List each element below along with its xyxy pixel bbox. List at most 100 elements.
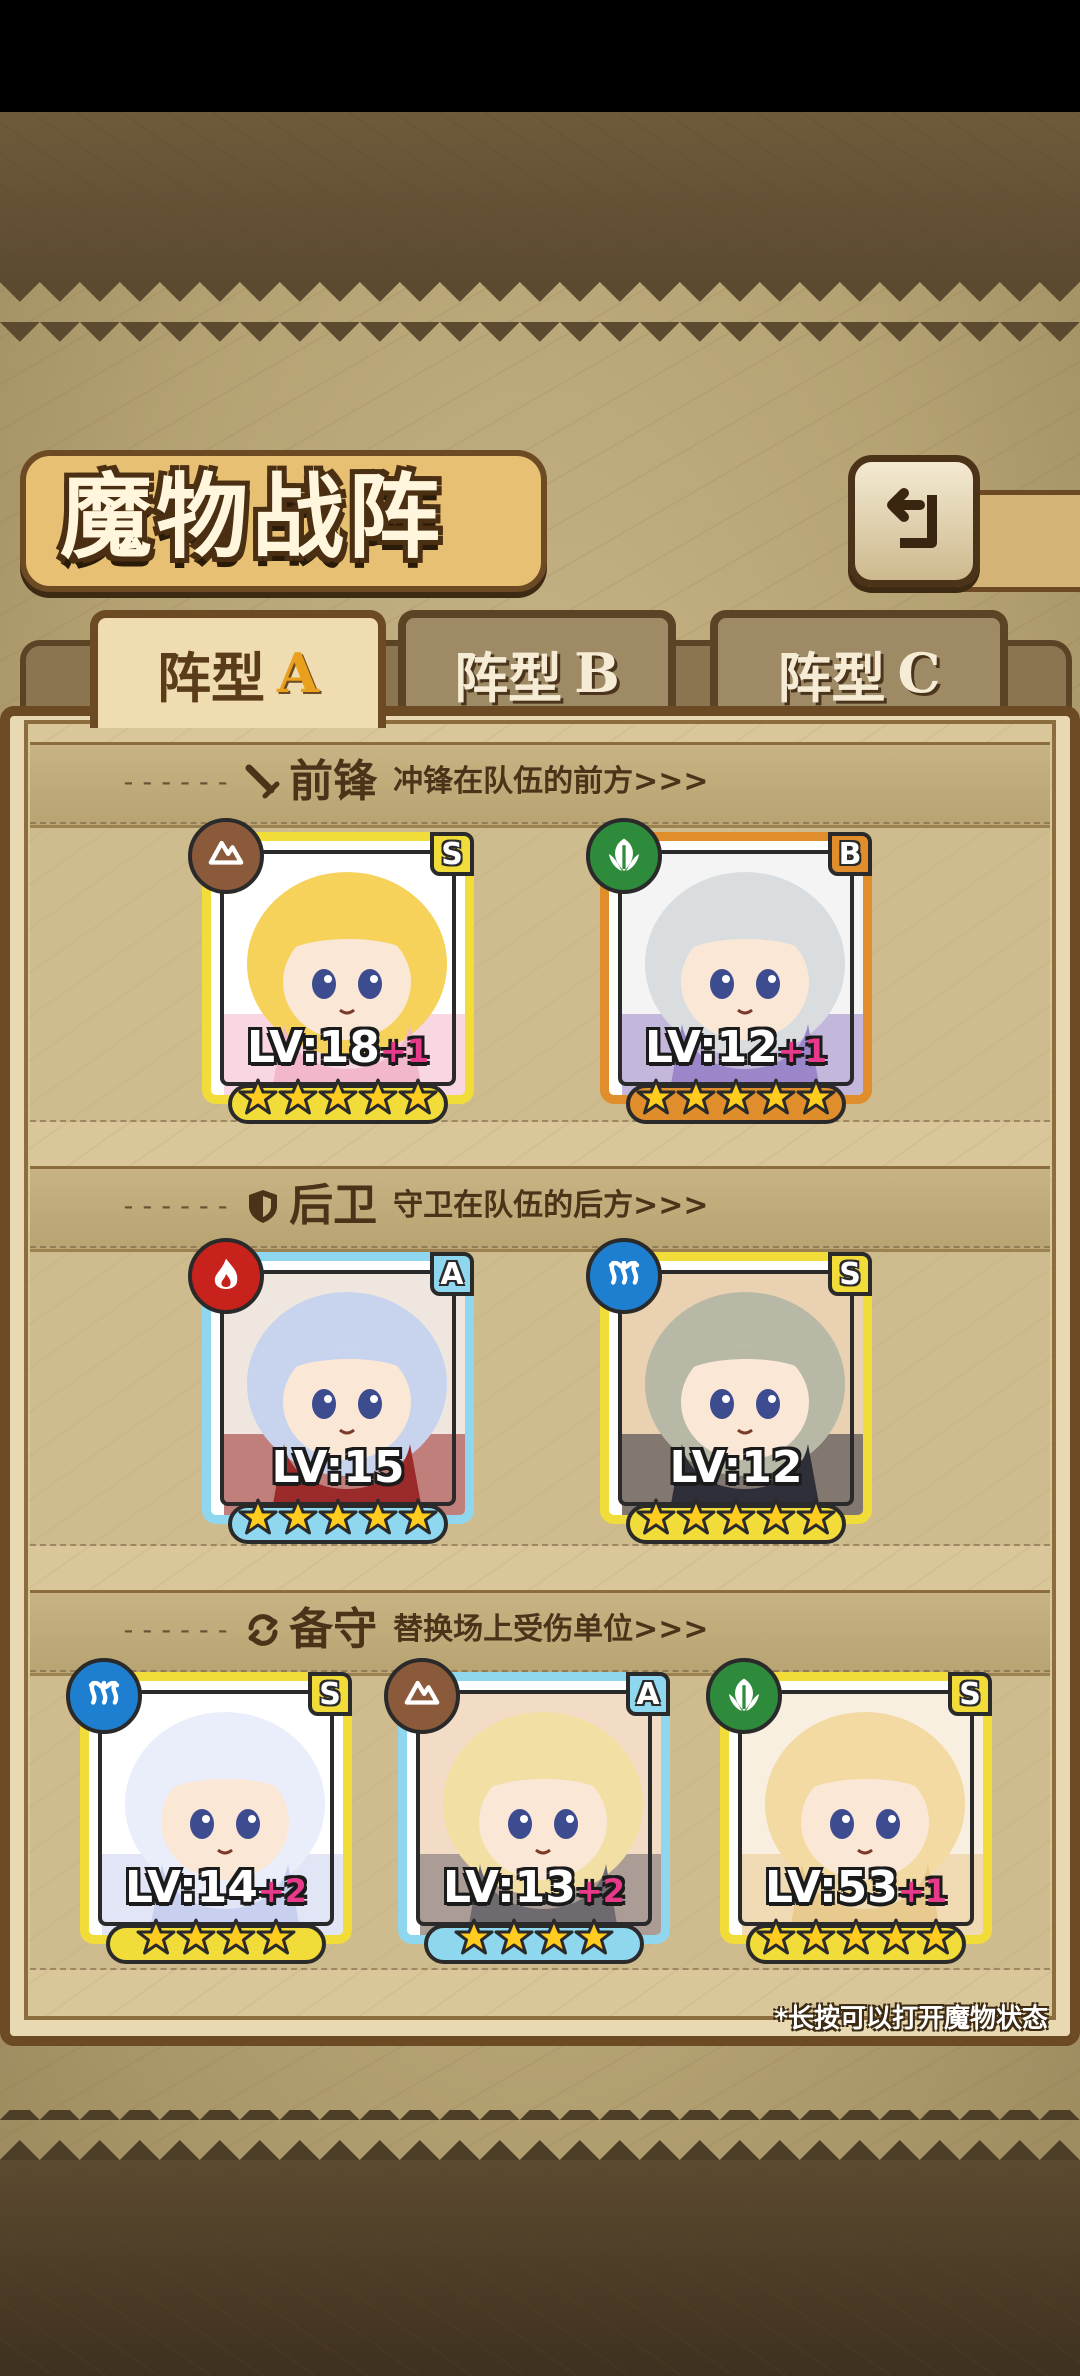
unit-level: LV:18+1 bbox=[247, 1022, 429, 1073]
torn-edge-bottom bbox=[0, 2110, 1080, 2160]
star-icon bbox=[716, 1498, 756, 1535]
section-front-title: ------ 前锋 冲锋在队伍的前方>>> bbox=[120, 742, 709, 822]
rarity-badge: A bbox=[626, 1672, 670, 1716]
unit-card-back-1[interactable]: A LV:15 bbox=[188, 1238, 474, 1544]
star-icon bbox=[756, 1918, 796, 1955]
star-rating bbox=[626, 1498, 846, 1544]
star-icon bbox=[176, 1918, 216, 1955]
element-nature-icon bbox=[586, 818, 662, 894]
map-background-top bbox=[0, 112, 1080, 282]
torn-edge-top bbox=[0, 282, 1080, 342]
star-icon bbox=[836, 1918, 876, 1955]
tab-letter: C bbox=[897, 641, 941, 705]
rarity-badge: S bbox=[828, 1252, 872, 1296]
star-icon bbox=[494, 1918, 534, 1955]
star-icon bbox=[278, 1078, 318, 1115]
star-rating bbox=[746, 1918, 966, 1964]
element-nature-icon bbox=[706, 1658, 782, 1734]
status-bar bbox=[0, 0, 1080, 112]
star-icon bbox=[574, 1918, 614, 1955]
star-rating bbox=[424, 1918, 644, 1964]
unit-level: LV:15 bbox=[271, 1442, 405, 1493]
star-icon bbox=[636, 1078, 676, 1115]
star-icon bbox=[358, 1078, 398, 1115]
rarity-badge: B bbox=[828, 832, 872, 876]
section-back-title: ------ 后卫 守卫在队伍的后方>>> bbox=[120, 1166, 709, 1246]
map-background-bottom bbox=[0, 2160, 1080, 2376]
tab-label: 阵型 bbox=[454, 645, 563, 710]
unit-level: LV:14+2 bbox=[125, 1862, 307, 1913]
tab-letter: A bbox=[277, 641, 319, 705]
unit-level: LV:12 bbox=[669, 1442, 803, 1493]
star-icon bbox=[398, 1498, 438, 1535]
star-icon bbox=[716, 1078, 756, 1115]
unit-card-reserve-3[interactable]: S LV:53+1 bbox=[706, 1658, 992, 1964]
rarity-badge: A bbox=[430, 1252, 474, 1296]
tab-label: 阵型 bbox=[777, 645, 886, 710]
star-icon bbox=[796, 1918, 836, 1955]
section-name: 后卫 bbox=[289, 1180, 378, 1231]
star-icon bbox=[238, 1498, 278, 1535]
star-icon bbox=[756, 1078, 796, 1115]
rarity-badge: S bbox=[948, 1672, 992, 1716]
star-icon bbox=[398, 1078, 438, 1115]
front-row bbox=[30, 822, 1050, 1122]
tab-label: 阵型 bbox=[157, 645, 266, 710]
star-icon bbox=[676, 1078, 716, 1115]
unit-card-front-1[interactable]: S LV:18+1 bbox=[188, 818, 474, 1124]
section-name: 前锋 bbox=[289, 756, 378, 807]
hint-text: *长按可以打开魔物状态 bbox=[774, 2004, 1048, 2034]
unit-card-front-2[interactable]: B LV:12+1 bbox=[586, 818, 872, 1124]
star-rating bbox=[106, 1918, 326, 1964]
element-water-icon bbox=[66, 1658, 142, 1734]
star-icon bbox=[876, 1918, 916, 1955]
star-rating bbox=[626, 1078, 846, 1124]
element-earth-icon bbox=[188, 818, 264, 894]
unit-level: LV:12+1 bbox=[645, 1022, 827, 1073]
return-arrow-icon bbox=[887, 488, 937, 548]
star-icon bbox=[256, 1918, 296, 1955]
unit-level-bonus: +1 bbox=[777, 1032, 827, 1070]
shield-icon bbox=[249, 1190, 278, 1223]
unit-level: LV:53+1 bbox=[765, 1862, 947, 1913]
element-fire-icon bbox=[188, 1238, 264, 1314]
star-icon bbox=[278, 1498, 318, 1535]
back-row bbox=[30, 1246, 1050, 1546]
star-icon bbox=[454, 1918, 494, 1955]
page-title: 魔物战阵 bbox=[60, 463, 445, 571]
rarity-badge: S bbox=[308, 1672, 352, 1716]
swap-icon bbox=[248, 1614, 278, 1646]
back-button[interactable] bbox=[848, 455, 980, 587]
tab-formation-a[interactable]: 阵型 A bbox=[90, 610, 386, 728]
star-icon bbox=[216, 1918, 256, 1955]
star-icon bbox=[318, 1078, 358, 1115]
unit-level-bonus: +2 bbox=[575, 1872, 625, 1910]
star-icon bbox=[358, 1498, 398, 1535]
section-desc: 冲锋在队伍的前方>>> bbox=[393, 764, 709, 799]
star-rating bbox=[228, 1078, 448, 1124]
unit-card-back-2[interactable]: S LV:12 bbox=[586, 1238, 872, 1544]
star-icon bbox=[756, 1498, 796, 1535]
section-desc: 守卫在队伍的后方>>> bbox=[393, 1188, 709, 1223]
star-icon bbox=[238, 1078, 278, 1115]
unit-level: LV:13+2 bbox=[443, 1862, 625, 1913]
sword-icon bbox=[245, 764, 280, 799]
unit-card-reserve-2[interactable]: A LV:13+2 bbox=[384, 1658, 670, 1964]
star-icon bbox=[796, 1498, 836, 1535]
section-name: 备守 bbox=[289, 1604, 378, 1655]
unit-level-bonus: +2 bbox=[257, 1872, 307, 1910]
element-water-icon bbox=[586, 1238, 662, 1314]
star-icon bbox=[534, 1918, 574, 1955]
star-rating bbox=[228, 1498, 448, 1544]
star-icon bbox=[796, 1078, 836, 1115]
star-icon bbox=[136, 1918, 176, 1955]
element-earth-icon bbox=[384, 1658, 460, 1734]
star-icon bbox=[318, 1498, 358, 1535]
star-icon bbox=[676, 1498, 716, 1535]
section-desc: 替换场上受伤单位>>> bbox=[393, 1612, 709, 1647]
unit-card-reserve-1[interactable]: S LV:14+2 bbox=[66, 1658, 352, 1964]
unit-level-bonus: +1 bbox=[379, 1032, 429, 1070]
tab-letter: B bbox=[574, 641, 620, 705]
star-icon bbox=[636, 1498, 676, 1535]
rarity-badge: S bbox=[430, 832, 474, 876]
